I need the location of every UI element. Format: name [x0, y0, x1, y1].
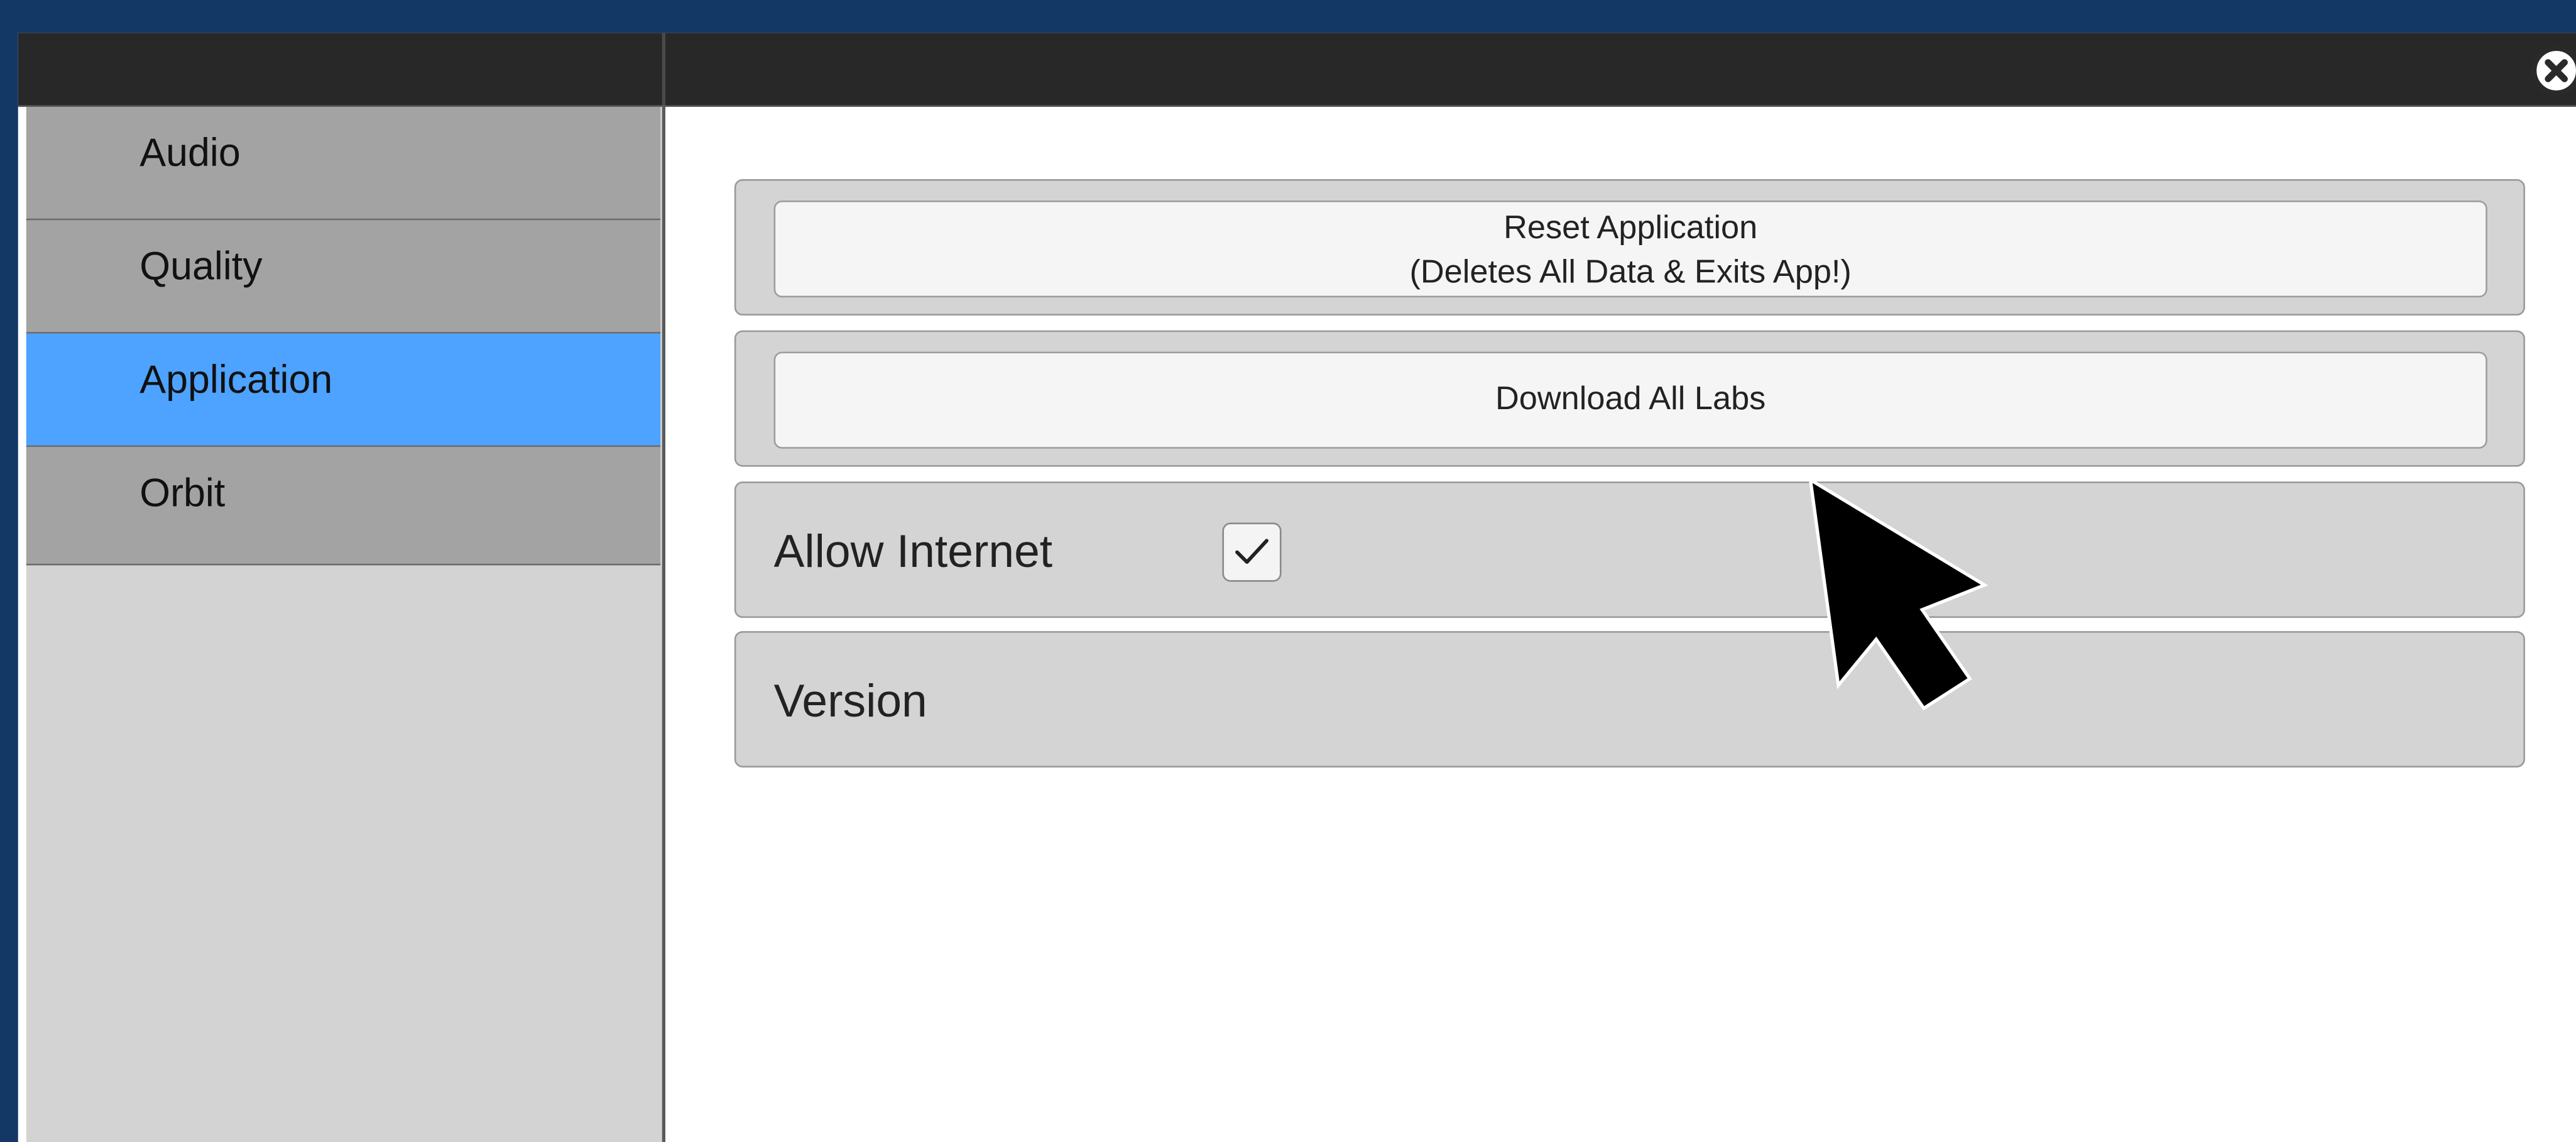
allow-internet-label: Allow Internet — [773, 525, 1053, 577]
checkmark-icon — [1235, 539, 1269, 564]
sidebar-item-label: Audio — [139, 131, 241, 176]
reset-button-warning: (Deletes All Data & Exits App!) — [1409, 255, 1852, 291]
sidebar-item-label: Quality — [139, 244, 263, 290]
version-panel: Version — [734, 631, 2525, 768]
mouse-pointer-icon — [1808, 476, 1989, 711]
version-label: Version — [773, 675, 927, 727]
sidebar-divider — [662, 105, 665, 1142]
download-button-label: Download All Labs — [1495, 381, 1766, 418]
reset-button-title: Reset Application — [1504, 210, 1758, 247]
sidebar-item-label: Application — [139, 358, 333, 403]
download-all-labs-button[interactable]: Download All Labs — [773, 351, 2487, 449]
sidebar-item-orbit[interactable]: Orbit — [26, 447, 661, 566]
screen: Audio Quality Application Orbit Reset Ap… — [0, 0, 2576, 1142]
allow-internet-checkbox[interactable] — [1222, 522, 1282, 582]
title-bar-divider — [662, 33, 665, 106]
settings-window: Audio Quality Application Orbit Reset Ap… — [18, 33, 2576, 1142]
title-bar — [18, 33, 2576, 107]
settings-sidebar: Audio Quality Application Orbit — [26, 106, 662, 1142]
close-icon — [2545, 59, 2568, 82]
reset-application-panel: Reset Application (Deletes All Data & Ex… — [734, 179, 2525, 316]
download-labs-panel: Download All Labs — [734, 330, 2525, 467]
reset-application-button[interactable]: Reset Application (Deletes All Data & Ex… — [773, 200, 2487, 298]
sidebar-item-application[interactable]: Application — [26, 333, 661, 447]
allow-internet-panel: Allow Internet — [734, 481, 2525, 618]
sidebar-item-quality[interactable]: Quality — [26, 220, 661, 334]
close-button[interactable] — [2531, 46, 2576, 96]
sidebar-item-audio[interactable]: Audio — [26, 106, 661, 221]
sidebar-item-label: Orbit — [139, 471, 226, 517]
